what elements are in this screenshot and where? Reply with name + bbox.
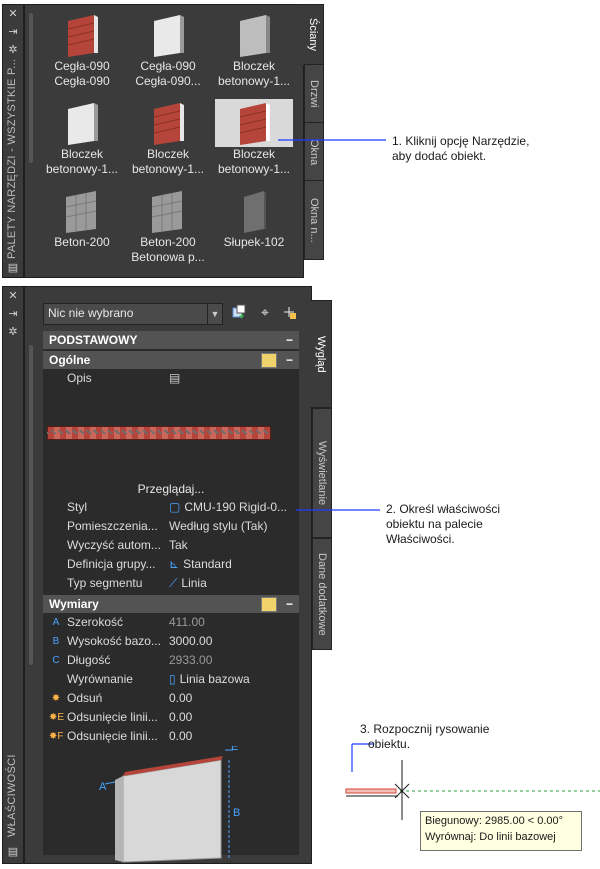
tooltip-polar: Biegunowy: 2985.00 < 0.00° (425, 815, 564, 827)
tracking-tooltip: Biegunowy: 2985.00 < 0.00° Wyrównaj: Do … (420, 811, 582, 851)
tooltip-align: Wyrównaj: Do linii bazowej (425, 831, 556, 843)
wall-in-progress (345, 788, 397, 794)
callout-step1: 1. Kliknij opcję Narzędzie, aby dodać ob… (392, 134, 530, 163)
callout-step3: 3. Rozpocznij rysowanie obiektu. (360, 722, 490, 751)
callout-step2: 2. Określ właściwości obiektu na palecie… (386, 502, 501, 546)
callout-lines (278, 139, 600, 820)
